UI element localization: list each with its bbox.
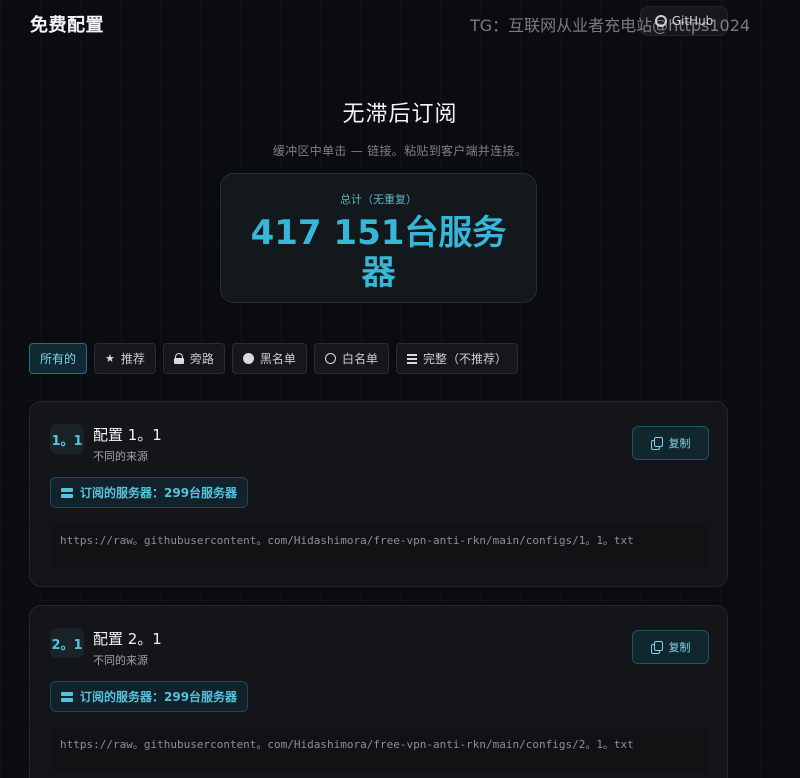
filter-blacklist[interactable]: 黑名单	[231, 343, 307, 374]
copy-icon	[650, 437, 663, 450]
total-stat-value: 417 151台服务器	[250, 213, 507, 293]
list-icon	[406, 353, 417, 364]
config-title: 配置 2。1	[93, 630, 162, 648]
server-count-label: 订阅的服务器：299台服务器	[80, 486, 238, 500]
copy-icon	[650, 641, 663, 654]
github-icon	[654, 15, 667, 27]
server-count-label: 订阅的服务器：299台服务器	[80, 690, 238, 704]
copy-button[interactable]: 复制	[632, 426, 709, 460]
server-icon	[61, 487, 73, 498]
config-index-badge: 2。1	[50, 628, 84, 658]
server-icon	[61, 691, 73, 702]
copy-label: 复制	[668, 437, 691, 450]
config-index-badge: 1。1	[50, 424, 84, 454]
config-card: 2。1 配置 2。1 不同的来源 复制 订阅的服务器：299台服务器 https…	[29, 605, 728, 778]
github-button[interactable]: GitHub	[640, 6, 728, 36]
config-subtitle: 不同的来源	[93, 450, 148, 463]
page-title: 无滞后订阅	[342, 102, 458, 127]
filter-all[interactable]: 所有的	[29, 343, 88, 374]
copy-label: 复制	[668, 641, 691, 654]
hero-section: 无滞后订阅 缓冲区中单击 — 链接。粘贴到客户端并连接。	[0, 96, 800, 159]
copy-button[interactable]: 复制	[632, 630, 709, 664]
brand-title[interactable]: 免费配置	[30, 11, 104, 37]
filter-bypass[interactable]: 旁路	[162, 343, 225, 374]
filter-bypass-label: 旁路	[189, 352, 214, 366]
filled-circle-icon	[242, 353, 254, 364]
subscription-url[interactable]: https://raw。githubusercontent。com/Hidash…	[50, 523, 709, 569]
star-icon: ★	[105, 352, 115, 365]
page-subtitle: 缓冲区中单击 — 链接。粘贴到客户端并连接。	[272, 144, 528, 158]
lock-open-icon	[173, 353, 184, 364]
server-count-badge: 订阅的服务器：299台服务器	[50, 681, 249, 712]
filter-bar: 所有的 ★ 推荐 旁路 黑名单 白名单 完整（不推荐）	[29, 343, 518, 374]
filter-all-label: 所有的	[40, 352, 77, 366]
config-title: 配置 1。1	[93, 426, 162, 444]
filter-whitelist[interactable]: 白名单	[313, 343, 389, 374]
filter-recommended-label: 推荐	[120, 352, 145, 366]
server-count-badge: 订阅的服务器：299台服务器	[50, 477, 249, 508]
filter-full[interactable]: 完整（不推荐）	[395, 343, 518, 374]
subscription-url[interactable]: https://raw。githubusercontent。com/Hidash…	[50, 727, 709, 773]
github-label: GitHub	[671, 14, 714, 28]
filter-whitelist-label: 白名单	[341, 352, 378, 366]
config-card: 1。1 配置 1。1 不同的来源 复制 订阅的服务器：299台服务器 https…	[29, 401, 728, 587]
total-stat-label: 总计（无重复）	[340, 193, 417, 206]
filter-full-label: 完整（不推荐）	[422, 352, 507, 366]
filter-recommended[interactable]: ★ 推荐	[94, 343, 156, 374]
total-stat-card: 总计（无重复） 417 151台服务器	[220, 173, 537, 303]
filter-blacklist-label: 黑名单	[259, 352, 296, 366]
config-subtitle: 不同的来源	[93, 654, 148, 667]
circle-icon	[324, 353, 336, 364]
